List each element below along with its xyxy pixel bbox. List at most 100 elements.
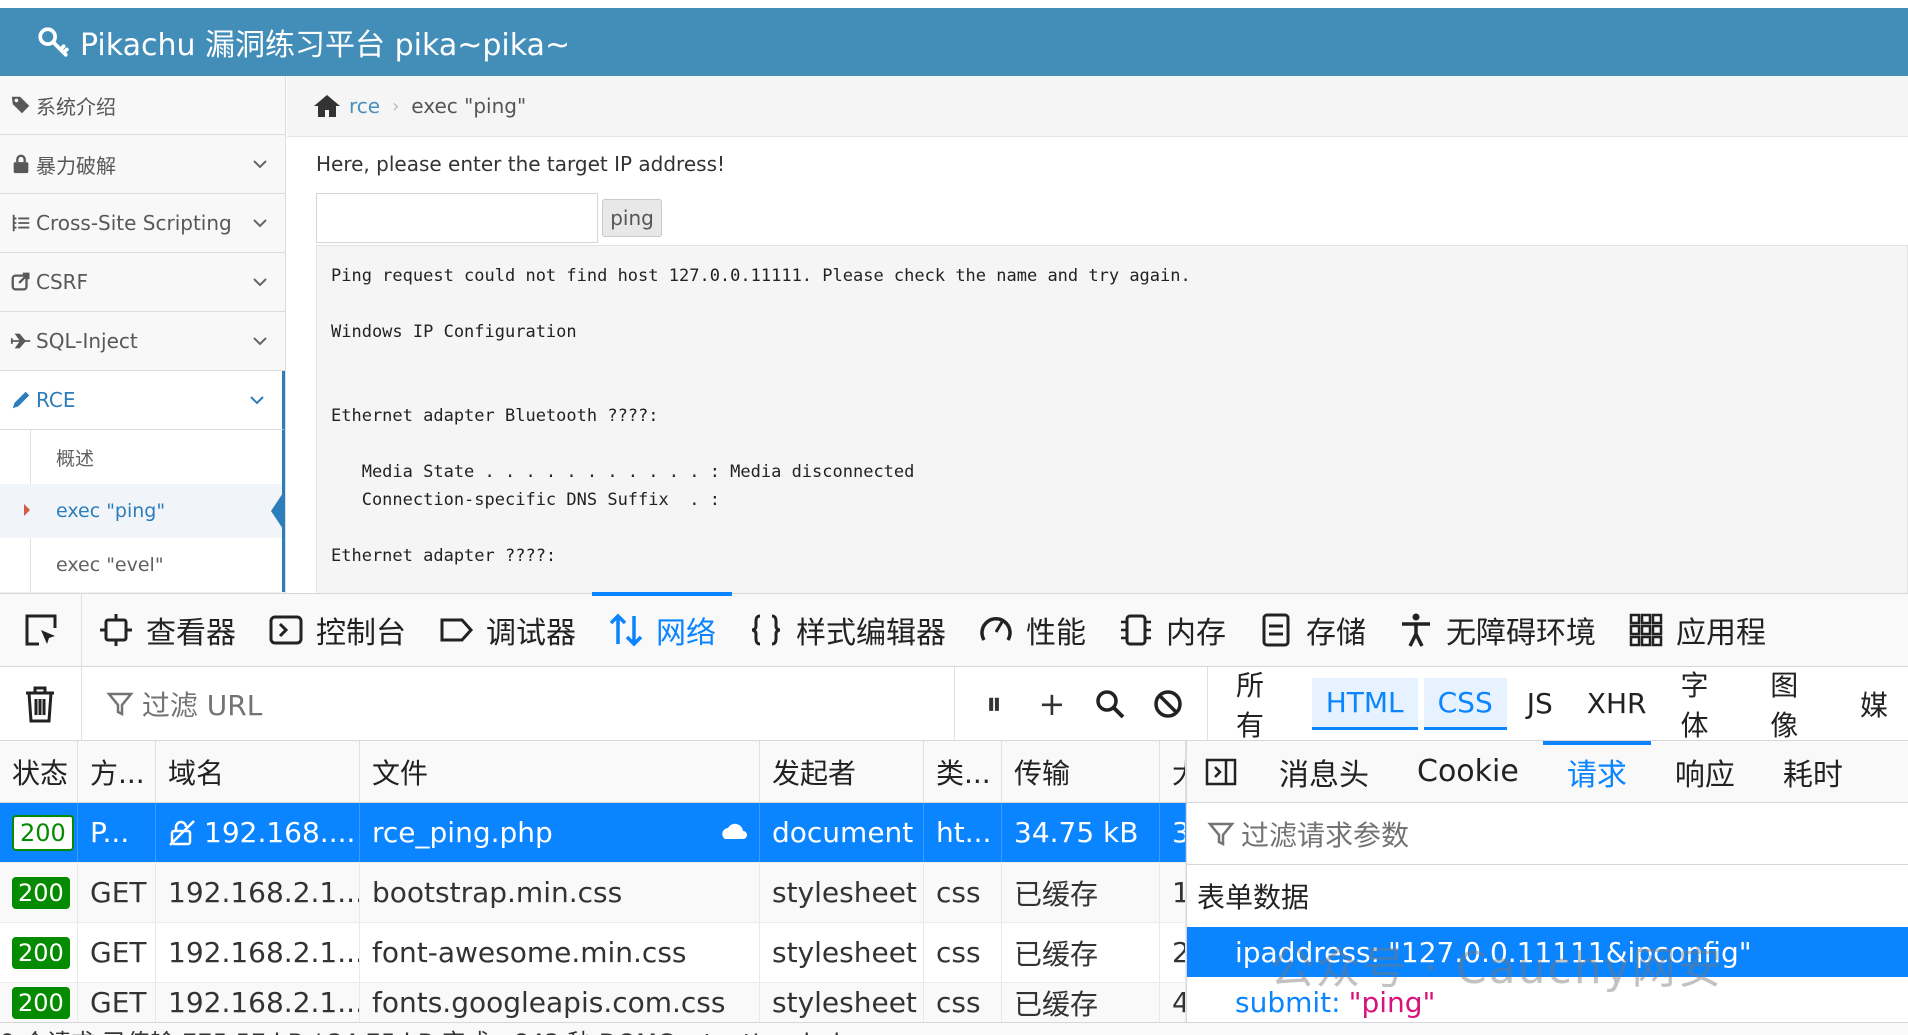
debugger-icon	[440, 618, 474, 642]
tab-cookies[interactable]: Cookie	[1393, 741, 1543, 803]
tab-console[interactable]: 控制台	[252, 593, 422, 667]
sidebar-subitem-overview[interactable]: 概述	[0, 430, 282, 484]
tab-response[interactable]: 响应	[1651, 741, 1759, 803]
insecure-connection-icon	[169, 819, 195, 846]
accessibility-icon	[1402, 613, 1430, 647]
row-domain: 192.168.2.1...	[156, 983, 360, 1022]
pencil-icon	[12, 391, 30, 409]
sidebar-item-rce[interactable]: RCE	[0, 371, 285, 430]
tab-request[interactable]: 请求	[1542, 741, 1651, 803]
tab-timings[interactable]: 耗时	[1759, 741, 1867, 803]
row-file: fonts.googleapis.com.css	[360, 983, 760, 1022]
row-method: GET	[78, 923, 156, 982]
home-icon[interactable]	[313, 93, 341, 119]
tracker-icon	[722, 823, 747, 839]
table-row[interactable]: 200 GET 192.168.2.1... bootstrap.min.css…	[0, 863, 1186, 923]
row-size: 3	[1160, 803, 1186, 862]
tab-style-editor[interactable]: 样式编辑器	[732, 593, 962, 667]
params-filter-input[interactable]: 过滤请求参数	[1187, 803, 1908, 865]
sidebar-item-label: CSRF	[36, 270, 89, 294]
tab-inspector[interactable]: 查看器	[82, 593, 252, 667]
toggle-sidebar-button[interactable]	[1187, 758, 1255, 786]
row-file: font-awesome.min.css	[360, 923, 760, 982]
row-type: css	[924, 983, 1002, 1022]
sidebar-item-xss[interactable]: Cross-Site Scripting	[0, 194, 285, 253]
sidebar-item-sqli[interactable]: SQL-Inject	[0, 312, 285, 371]
filter-all[interactable]: 所有	[1222, 656, 1306, 752]
tab-performance[interactable]: 性能	[962, 593, 1102, 667]
clear-button[interactable]	[0, 666, 82, 741]
filter-xhr[interactable]: XHR	[1573, 679, 1661, 728]
form-data-heading: 表单数据	[1197, 881, 1310, 914]
tab-label: 内存	[1166, 616, 1226, 651]
column-domain[interactable]: 域名	[156, 741, 360, 802]
sidebar-item-label: SQL-Inject	[36, 329, 138, 353]
url-filter-input[interactable]: 过滤 URL	[82, 666, 955, 741]
chevron-down-icon	[253, 219, 267, 228]
plane-icon	[10, 333, 31, 349]
tab-label: 存储	[1306, 616, 1366, 651]
breadcrumb-link-rce[interactable]: rce	[349, 94, 380, 118]
row-type: css	[924, 923, 1002, 982]
key-icon	[38, 27, 69, 57]
sidebar-item-bruteforce[interactable]: 暴力破解	[0, 135, 285, 194]
trash-icon	[26, 686, 55, 722]
add-icon[interactable]: +	[1023, 685, 1081, 723]
row-domain: 192.168.2.1...	[156, 863, 360, 922]
filter-fonts[interactable]: 字体	[1666, 656, 1750, 752]
memory-icon	[1121, 614, 1151, 646]
sidebar-item-intro[interactable]: 系统介绍	[0, 76, 285, 135]
ip-prompt: Here, please enter the target IP address…	[316, 152, 726, 176]
tab-headers[interactable]: 消息头	[1255, 741, 1393, 803]
table-row[interactable]: 200 P... 192.168.... rce_ping.php docume…	[0, 803, 1186, 863]
tab-debugger[interactable]: 调试器	[422, 593, 592, 667]
column-transfer[interactable]: 传输	[1002, 741, 1160, 802]
column-file[interactable]: 文件	[360, 741, 760, 802]
column-size[interactable]: 大	[1160, 741, 1186, 802]
row-method: GET	[78, 863, 156, 922]
tab-network[interactable]: 网络	[592, 592, 732, 667]
breadcrumb-separator-icon: ›	[392, 95, 400, 117]
ip-address-input[interactable]	[316, 193, 598, 243]
share-icon	[11, 272, 30, 291]
column-type[interactable]: 类...	[924, 741, 1002, 802]
row-domain-text: 192.168....	[204, 816, 356, 849]
search-icon[interactable]	[1081, 688, 1139, 720]
status-badge: 200	[12, 936, 70, 969]
filter-css[interactable]: CSS	[1423, 677, 1507, 730]
sidebar-subitem-exec-evel[interactable]: exec "evel"	[0, 538, 282, 592]
column-method[interactable]: 方...	[78, 741, 156, 802]
ping-button[interactable]: ping	[602, 199, 662, 237]
filter-icon	[1207, 822, 1235, 846]
app-header: Pikachu 漏洞练习平台 pika~pika~	[0, 8, 1908, 76]
row-file-text: rce_ping.php	[372, 816, 553, 849]
block-icon[interactable]	[1139, 688, 1197, 720]
row-initiator: stylesheet	[760, 923, 924, 982]
tab-label: 无障碍环境	[1446, 616, 1596, 651]
breadcrumb: rce › exec "ping"	[287, 76, 1908, 137]
pause-icon[interactable]: ⏸	[965, 684, 1023, 723]
app-title[interactable]: Pikachu 漏洞练习平台 pika~pika~	[80, 20, 570, 64]
table-row[interactable]: 200 GET 192.168.2.1... font-awesome.min.…	[0, 923, 1186, 983]
sidebar-toggle-icon	[1205, 758, 1237, 785]
performance-icon	[980, 617, 1012, 641]
element-picker-button[interactable]	[0, 593, 82, 667]
filter-media[interactable]: 媒	[1846, 676, 1902, 732]
row-domain: 192.168.2.1...	[156, 923, 360, 982]
storage-icon	[1262, 613, 1290, 647]
column-initiator[interactable]: 发起者	[760, 741, 924, 802]
tab-label: 查看器	[146, 616, 236, 651]
filter-html[interactable]: HTML	[1311, 677, 1418, 730]
row-size: 4	[1160, 983, 1186, 1022]
filter-js[interactable]: JS	[1513, 679, 1567, 728]
sidebar-item-label: RCE	[36, 388, 76, 412]
sidebar-item-csrf[interactable]: CSRF	[0, 253, 285, 312]
table-row[interactable]: 200 GET 192.168.2.1... fonts.googleapis.…	[0, 983, 1186, 1023]
filter-images[interactable]: 图像	[1756, 656, 1840, 752]
column-status[interactable]: 状态	[0, 741, 78, 802]
row-method: GET	[78, 983, 156, 1022]
caret-right-icon	[24, 504, 30, 516]
url-filter-placeholder: 过滤 URL	[141, 688, 263, 722]
chevron-down-icon	[250, 396, 264, 405]
sidebar-subitem-exec-ping[interactable]: exec "ping"	[0, 484, 285, 538]
